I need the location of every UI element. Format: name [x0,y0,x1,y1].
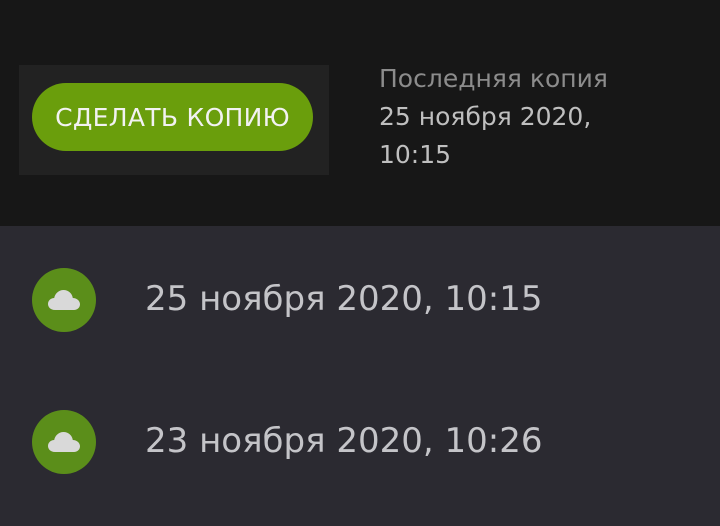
cloud-icon [32,268,96,332]
last-copy-info: Последняя копия 25 ноября 2020, 10:15 [379,60,699,174]
last-copy-date: 25 ноября 2020, [379,102,592,131]
backup-button-container: СДЕЛАТЬ КОПИЮ [19,65,329,175]
backup-header: СДЕЛАТЬ КОПИЮ Последняя копия 25 ноября … [0,0,720,226]
backup-list-item[interactable]: 25 ноября 2020, 10:15 [0,226,720,376]
backup-date: 23 ноября 2020, 10:26 [145,421,543,461]
cloud-icon [32,410,96,474]
backup-date: 25 ноября 2020, 10:15 [145,279,543,319]
make-backup-button[interactable]: СДЕЛАТЬ КОПИЮ [32,83,313,151]
backup-list-item[interactable]: 23 ноября 2020, 10:26 [0,376,720,526]
last-copy-time: 10:15 [379,140,452,169]
backup-list: 25 ноября 2020, 10:15 23 ноября 2020, 10… [0,226,720,474]
last-copy-label: Последняя копия [379,64,608,93]
